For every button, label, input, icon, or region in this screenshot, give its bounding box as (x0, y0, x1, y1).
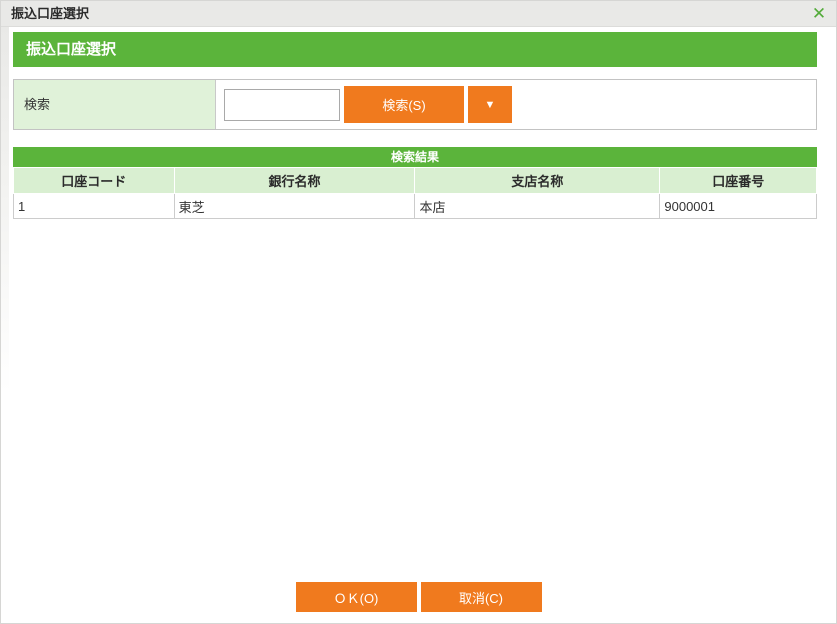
cancel-button[interactable]: 取消(C) (420, 582, 542, 612)
ok-button[interactable]: ＯＫ(O) (295, 582, 417, 612)
column-header-branch-name: 支店名称 (414, 167, 661, 194)
section-header-title: 振込口座選択 (26, 41, 117, 58)
search-input[interactable] (224, 88, 340, 121)
results-header-row: 口座コード 銀行名称 支店名称 口座番号 (13, 167, 817, 194)
left-gutter (1, 27, 9, 393)
results-panel: 検索結果 口座コード 銀行名称 支店名称 口座番号 1 東芝 本店 900000… (13, 147, 817, 219)
cell-bank-name[interactable]: 東芝 (173, 193, 416, 219)
search-panel: 検索 検索(S) ▼ (13, 79, 817, 130)
search-label: 検索 (14, 80, 216, 129)
cell-branch-name[interactable]: 本店 (414, 193, 661, 219)
column-header-bank-name: 銀行名称 (173, 167, 416, 194)
chevron-down-icon: ▼ (484, 98, 496, 111)
dialog-title: 振込口座選択 (11, 6, 90, 21)
cell-account-code[interactable]: 1 (13, 193, 175, 219)
search-controls: 検索(S) ▼ (216, 80, 816, 129)
column-header-account-number: 口座番号 (659, 167, 817, 194)
footer-actions: ＯＫ(O) 取消(C) (295, 582, 542, 612)
results-table: 口座コード 銀行名称 支店名称 口座番号 1 東芝 本店 9000001 (13, 167, 817, 219)
cell-account-number[interactable]: 9000001 (659, 193, 817, 219)
section-header: 振込口座選択 (13, 32, 817, 67)
search-dropdown-button[interactable]: ▼ (468, 86, 512, 123)
close-icon[interactable]: ✕ (808, 2, 830, 26)
results-title: 検索結果 (13, 147, 817, 167)
dialog-titlebar: 振込口座選択 ✕ (1, 1, 836, 27)
column-header-account-code: 口座コード (13, 167, 175, 194)
table-row[interactable]: 1 東芝 本店 9000001 (13, 193, 817, 219)
search-button[interactable]: 検索(S) (344, 86, 464, 123)
